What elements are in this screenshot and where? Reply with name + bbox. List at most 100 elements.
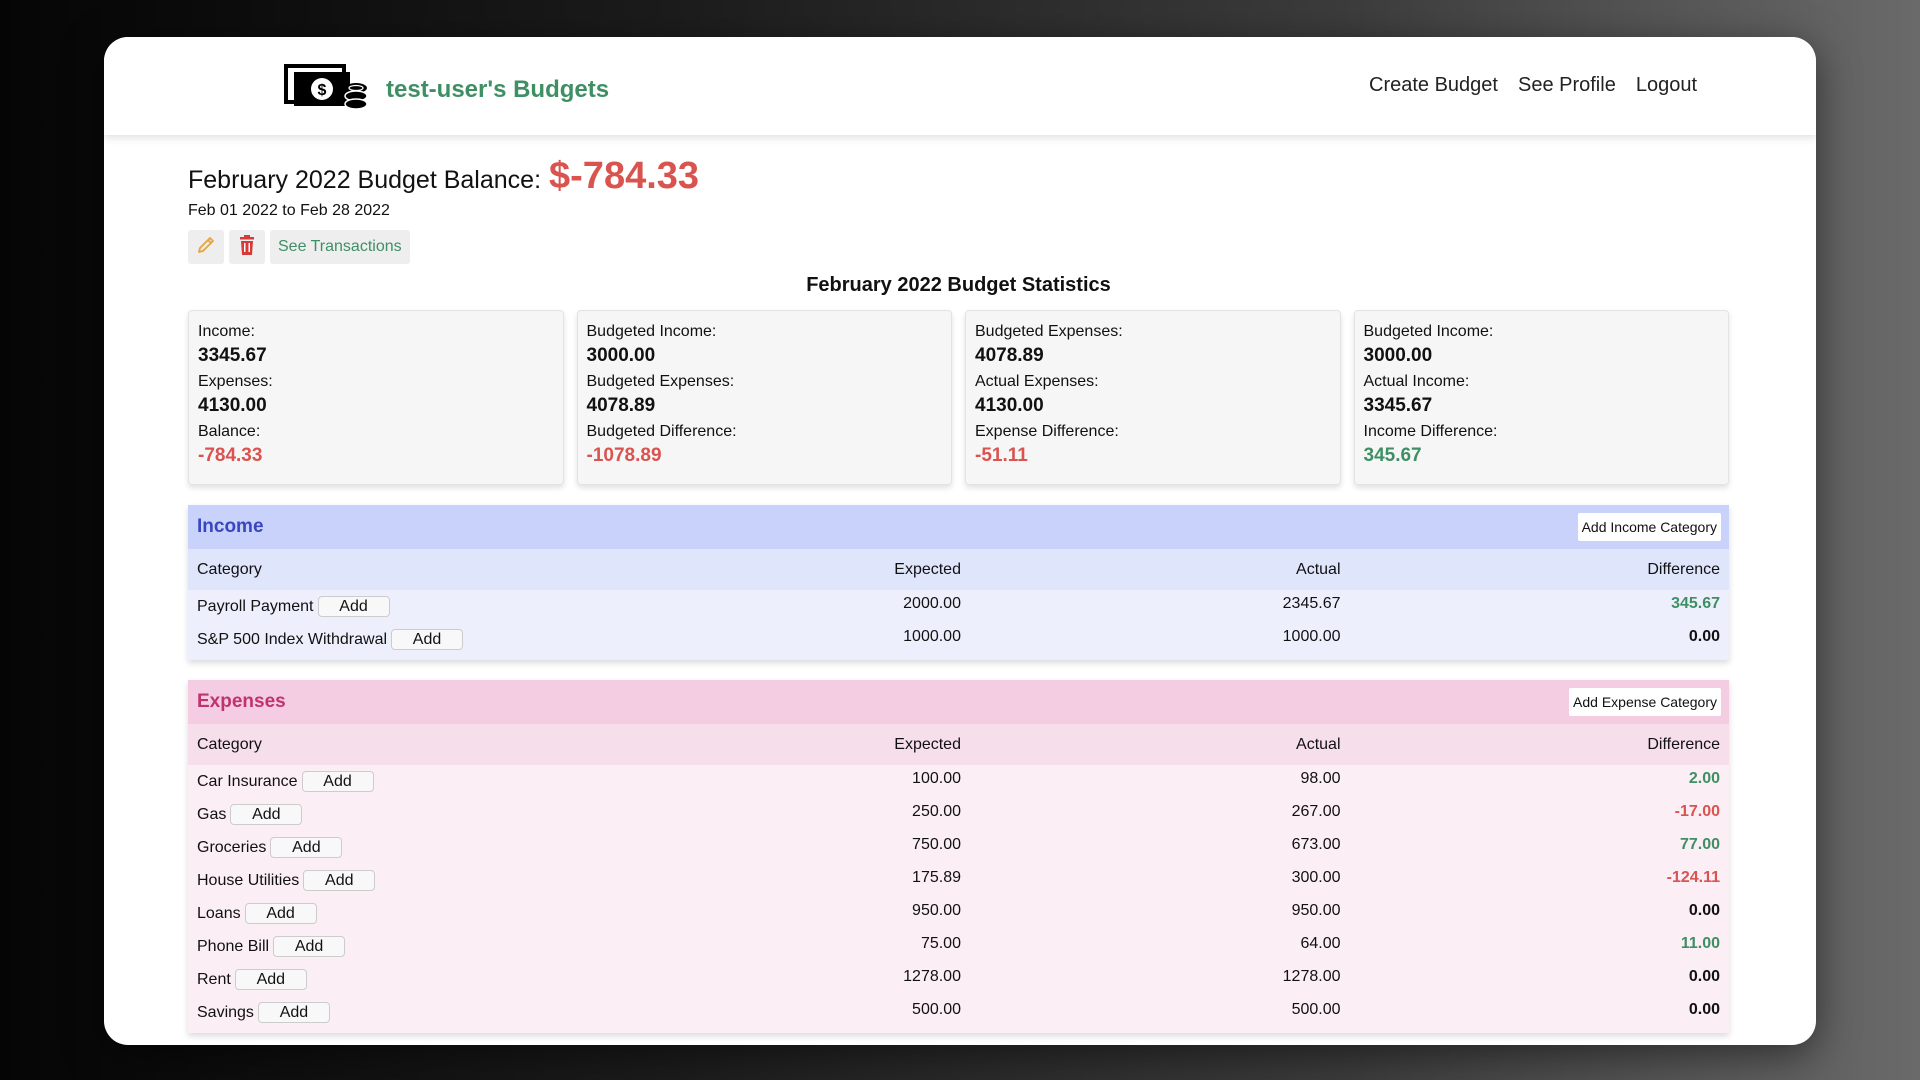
add-transaction-button[interactable]: Add <box>273 936 346 957</box>
expenses-title: Expenses <box>197 691 286 712</box>
balance-heading: February 2022 Budget Balance: $-784.33 <box>188 155 1729 198</box>
pencil-icon <box>195 234 217 261</box>
category-name: House Utilities <box>197 871 300 889</box>
stat-value: 345.67 <box>1363 445 1422 466</box>
stat-value: 4078.89 <box>586 395 656 416</box>
add-transaction-button[interactable]: Add <box>270 837 343 858</box>
stats-card-budgeted: Budgeted Income: 3000.00 Budgeted Expens… <box>576 310 952 485</box>
column-actual: Actual <box>1296 735 1341 753</box>
expenses-column-headers: Category Expected Actual Difference <box>188 724 1729 765</box>
table-row: Loans Add 950.00 950.00 0.00 <box>188 897 1729 930</box>
add-transaction-button[interactable]: Add <box>301 771 374 792</box>
add-transaction-button[interactable]: Add <box>303 870 376 891</box>
stats-card-overview: Income: 3345.67 Expenses: 4130.00 Balanc… <box>188 310 564 485</box>
table-row: Car Insurance Add 100.00 98.00 2.00 <box>188 765 1729 798</box>
table-row: Rent Add 1278.00 1278.00 0.00 <box>188 963 1729 996</box>
difference-value: 2.00 <box>1688 769 1721 787</box>
actual-value: 500.00 <box>1291 1000 1341 1018</box>
income-header: Income Add Income Category <box>188 505 1729 549</box>
category-name: Groceries <box>197 838 267 856</box>
stats-card-income: Budgeted Income: 3000.00 Actual Income: … <box>1353 310 1729 485</box>
actual-value: 1278.00 <box>1282 967 1341 985</box>
income-title: Income <box>197 516 264 537</box>
column-category: Category <box>197 560 262 578</box>
table-row: Savings Add 500.00 500.00 0.00 <box>188 996 1729 1029</box>
category-name: S&P 500 Index Withdrawal <box>197 630 388 648</box>
budget-actions: See Transactions <box>188 230 1729 264</box>
table-row: S&P 500 Index Withdrawal Add 1000.00 1000… <box>188 623 1729 656</box>
stat-label: Expense Difference: <box>975 423 1119 440</box>
brand[interactable]: $ test-user's Budgets <box>284 62 609 117</box>
see-transactions-button[interactable]: See Transactions <box>270 230 410 264</box>
stat-label: Budgeted Income: <box>586 323 717 340</box>
stat-label: Budgeted Expenses: <box>586 373 735 390</box>
nav-links: Create Budget See Profile Logout <box>1369 74 1697 97</box>
app-window: $ test-user's Budgets Create Budget See … <box>104 37 1816 1045</box>
stat-value: 3345.67 <box>1363 395 1433 416</box>
stats-cards: Income: 3345.67 Expenses: 4130.00 Balanc… <box>188 310 1729 485</box>
add-transaction-button[interactable]: Add <box>244 903 317 924</box>
category-name: Car Insurance <box>197 772 298 790</box>
stat-value: -1078.89 <box>586 445 662 466</box>
category-name: Rent <box>197 970 231 988</box>
table-row: Gas Add 250.00 267.00 -17.00 <box>188 798 1729 831</box>
stat-label: Balance: <box>198 423 261 440</box>
column-category: Category <box>197 735 262 753</box>
add-expense-category-button[interactable]: Add Expense Category <box>1569 688 1721 716</box>
expected-value: 250.00 <box>912 802 961 820</box>
stat-value: 3000.00 <box>586 345 656 366</box>
add-transaction-button[interactable]: Add <box>257 1002 330 1023</box>
edit-budget-button[interactable] <box>188 230 224 264</box>
expected-value: 2000.00 <box>903 594 961 612</box>
nav-create-budget[interactable]: Create Budget <box>1369 74 1498 97</box>
delete-budget-button[interactable] <box>229 230 265 264</box>
difference-value: 0.00 <box>1688 901 1721 919</box>
nav-see-profile[interactable]: See Profile <box>1518 74 1616 97</box>
nav-logout[interactable]: Logout <box>1636 74 1697 97</box>
income-rows: Payroll Payment Add 2000.00 2345.67 345.6… <box>188 590 1729 660</box>
brand-title: test-user's Budgets <box>386 75 610 103</box>
column-difference: Difference <box>1647 735 1721 753</box>
table-row: House Utilities Add 175.89 300.00 -124.11 <box>188 864 1729 897</box>
stat-label: Budgeted Difference: <box>586 423 737 440</box>
balance-label: February 2022 Budget Balance: <box>188 166 542 194</box>
svg-text:$: $ <box>318 82 327 99</box>
difference-value: 0.00 <box>1688 1000 1721 1018</box>
add-transaction-button[interactable]: Add <box>317 596 390 617</box>
stat-value: -51.11 <box>975 445 1028 466</box>
difference-value: -124.11 <box>1666 868 1721 886</box>
column-difference: Difference <box>1647 560 1721 578</box>
add-transaction-button[interactable]: Add <box>391 629 464 650</box>
add-transaction-button[interactable]: Add <box>234 969 307 990</box>
category-name: Savings <box>197 1003 254 1021</box>
actual-value: 64.00 <box>1300 934 1341 952</box>
balance-value: $-784.33 <box>549 155 700 197</box>
stat-label: Expenses: <box>198 373 273 390</box>
expected-value: 750.00 <box>912 835 961 853</box>
expected-value: 1278.00 <box>903 967 961 985</box>
main-content: February 2022 Budget Balance: $-784.33 F… <box>188 135 1729 1033</box>
income-column-headers: Category Expected Actual Difference <box>188 549 1729 590</box>
expenses-rows: Car Insurance Add 100.00 98.00 2.00 Gas Ad… <box>188 765 1729 1033</box>
actual-value: 267.00 <box>1291 802 1341 820</box>
expected-value: 75.00 <box>920 934 961 952</box>
stat-label: Income Difference: <box>1363 423 1498 440</box>
actual-value: 98.00 <box>1300 769 1341 787</box>
income-section: Income Add Income Category Category Expe… <box>188 505 1729 660</box>
stat-label: Budgeted Expenses: <box>975 323 1123 340</box>
actual-value: 300.00 <box>1291 868 1341 886</box>
expenses-header: Expenses Add Expense Category <box>188 680 1729 724</box>
add-income-category-button[interactable]: Add Income Category <box>1577 513 1721 541</box>
difference-value: 0.00 <box>1688 627 1721 645</box>
stat-value: 3000.00 <box>1363 345 1433 366</box>
difference-value: 11.00 <box>1680 934 1721 952</box>
actual-value: 673.00 <box>1291 835 1341 853</box>
column-actual: Actual <box>1296 560 1341 578</box>
stats-card-expenses: Budgeted Expenses: 4078.89 Actual Expens… <box>965 310 1341 485</box>
stat-label: Budgeted Income: <box>1363 323 1494 340</box>
add-transaction-button[interactable]: Add <box>230 804 303 825</box>
navbar: $ test-user's Budgets Create Budget See … <box>104 37 1816 135</box>
actual-value: 950.00 <box>1291 901 1341 919</box>
expected-value: 950.00 <box>912 901 961 919</box>
stat-value: 3345.67 <box>198 345 267 366</box>
